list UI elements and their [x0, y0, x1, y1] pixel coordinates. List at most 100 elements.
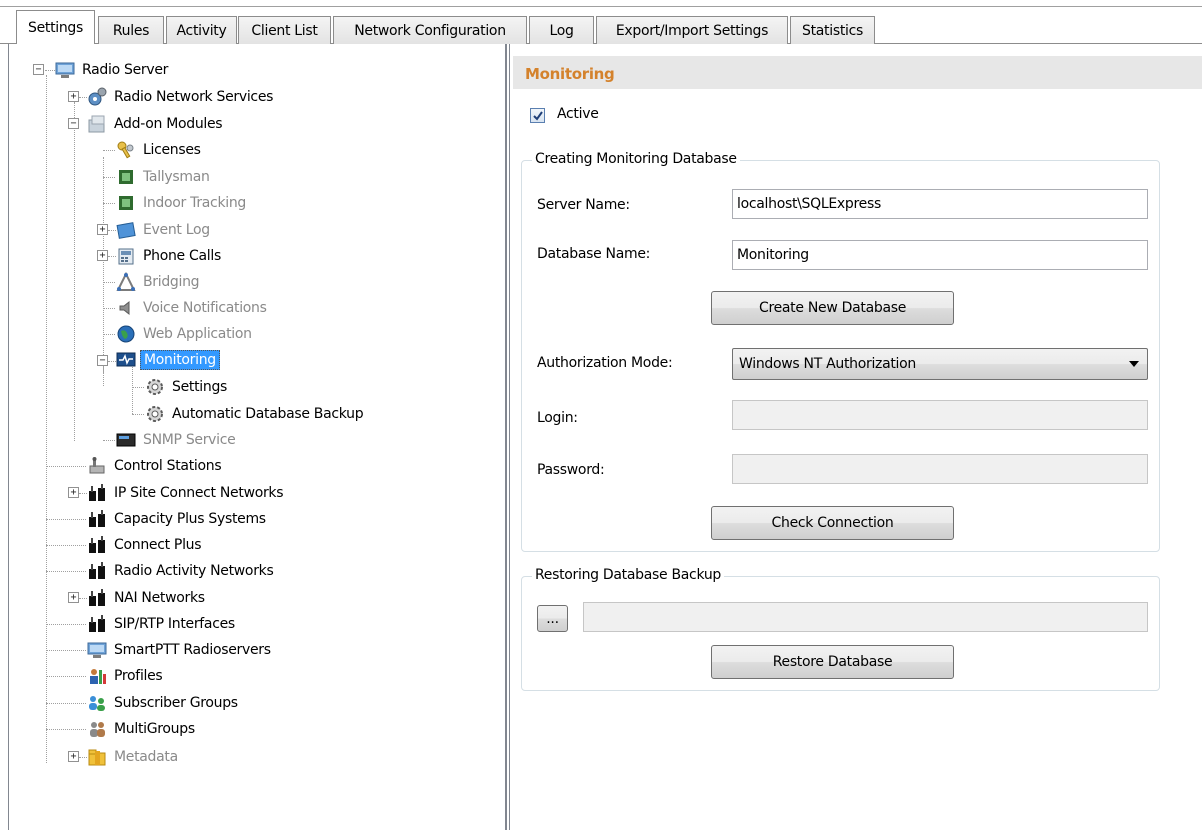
tree-item-profiles[interactable]: Profiles — [87, 664, 165, 688]
create-database-group-title: Creating Monitoring Database — [532, 151, 740, 167]
collapse-toggle[interactable]: − — [33, 64, 44, 75]
login-input[interactable] — [732, 400, 1148, 430]
tree-item-radio-activity-networks[interactable]: Radio Activity Networks — [87, 559, 276, 583]
tree-item-radio-server[interactable]: Radio Server — [55, 58, 171, 82]
expand-toggle[interactable]: + — [68, 487, 79, 498]
tree-item-phone-calls[interactable]: Phone Calls — [116, 244, 224, 268]
database-name-label: Database Name: — [537, 246, 651, 262]
tree-item-radio-network-services[interactable]: Radio Network Services — [87, 85, 276, 109]
check-connection-button[interactable]: Check Connection — [711, 506, 954, 540]
tree-item-automatic-database-backup[interactable]: Automatic Database Backup — [145, 402, 366, 426]
tree-item-tallysman[interactable]: Tallysman — [116, 165, 213, 189]
tree-connector — [46, 75, 47, 763]
tree-item-sip-rtp-interfaces[interactable]: SIP/RTP Interfaces — [87, 612, 238, 636]
tree-item-subscriber-groups[interactable]: Subscriber Groups — [87, 691, 241, 715]
tree-item-control-stations[interactable]: Control Stations — [87, 454, 224, 478]
tab-statistics[interactable]: Statistics — [790, 16, 875, 44]
tree-item-multigroups[interactable]: MultiGroups — [87, 717, 198, 741]
tree-connector — [46, 571, 86, 572]
tree-item-nai-networks[interactable]: NAI Networks — [87, 586, 208, 610]
tree-item-event-log[interactable]: Event Log — [116, 218, 213, 242]
tree-connector — [103, 150, 115, 151]
restore-backup-group-title: Restoring Database Backup — [532, 567, 724, 583]
board-icon — [119, 196, 133, 210]
tree-connector — [103, 366, 104, 386]
tree-item-label: Voice Notifications — [143, 300, 267, 316]
expand-toggle[interactable]: + — [97, 250, 108, 261]
password-input[interactable] — [732, 454, 1148, 484]
phone-icon — [118, 248, 134, 265]
tree-item-smartptt-radioservers[interactable]: SmartPTT Radioservers — [87, 638, 274, 662]
tree-item-bridging[interactable]: Bridging — [116, 270, 202, 294]
active-checkbox[interactable] — [530, 108, 545, 123]
radio-network-icon — [89, 510, 105, 527]
tab-bar-top-border — [0, 6, 1202, 7]
backup-path-input[interactable] — [583, 602, 1148, 632]
button-label: Restore Database — [772, 654, 893, 670]
control-station-icon — [89, 457, 105, 474]
collapse-toggle[interactable]: − — [68, 118, 79, 129]
board-icon — [119, 170, 133, 184]
restore-database-button[interactable]: Restore Database — [711, 645, 954, 679]
collapse-toggle[interactable]: − — [97, 355, 108, 366]
tab-network-configuration[interactable]: Network Configuration — [333, 16, 527, 44]
tab-log[interactable]: Log — [529, 16, 594, 44]
tree-item-label: Connect Plus — [114, 537, 202, 553]
tree-item-label: SIP/RTP Interfaces — [114, 616, 235, 632]
tree-item-indoor-tracking[interactable]: Indoor Tracking — [116, 191, 249, 215]
server-icon — [55, 62, 75, 78]
tab-settings[interactable]: Settings — [16, 10, 95, 44]
tree-item-capacity-plus-systems[interactable]: Capacity Plus Systems — [87, 507, 269, 531]
tree-item-label: Metadata — [114, 749, 178, 765]
tree-item-label: Event Log — [143, 222, 210, 238]
tree-connector — [79, 598, 87, 599]
tab-label: Client List — [251, 22, 318, 39]
tree-item-label: SmartPTT Radioservers — [114, 642, 271, 658]
settings-tree[interactable]: − Radio Server + Radio Network Services … — [8, 44, 507, 830]
tab-label: Rules — [112, 22, 150, 39]
tree-item-label: Capacity Plus Systems — [114, 511, 266, 527]
tab-activity[interactable]: Activity — [166, 16, 237, 44]
tree-item-label: Add-on Modules — [114, 116, 223, 132]
expand-toggle[interactable]: + — [97, 224, 108, 235]
radio-network-icon — [89, 615, 105, 632]
tree-item-web-application[interactable]: Web Application — [116, 322, 255, 346]
tree-connector — [46, 545, 86, 546]
database-name-input[interactable]: Monitoring — [732, 240, 1148, 270]
profiles-icon — [90, 669, 106, 684]
tree-item-monitoring[interactable]: Monitoring — [116, 348, 220, 372]
tree-connector — [79, 97, 87, 98]
tree-item-voice-notifications[interactable]: Voice Notifications — [116, 296, 270, 320]
tree-item-licenses[interactable]: Licenses — [116, 138, 204, 162]
tree-item-connect-plus[interactable]: Connect Plus — [87, 533, 204, 557]
folder-icon — [88, 749, 106, 766]
expand-toggle[interactable]: + — [68, 592, 79, 603]
server-name-label: Server Name: — [537, 197, 630, 213]
tab-client-list[interactable]: Client List — [238, 16, 331, 44]
tree-connector — [79, 493, 87, 494]
tree-connector — [46, 519, 86, 520]
login-label: Login: — [537, 410, 578, 426]
radio-network-icon — [89, 484, 105, 501]
tree-item-metadata[interactable]: Metadata — [87, 745, 181, 769]
keys-icon — [117, 141, 134, 159]
server-name-input[interactable]: localhost\SQLExpress — [732, 189, 1148, 219]
expand-toggle[interactable]: + — [68, 751, 79, 762]
gear-icon — [147, 379, 163, 395]
tab-export-import-settings[interactable]: Export/Import Settings — [596, 16, 788, 44]
tree-connector — [74, 130, 75, 441]
tree-connector — [103, 177, 115, 178]
tree-item-label: SNMP Service — [143, 432, 236, 448]
create-new-database-button[interactable]: Create New Database — [711, 291, 954, 325]
users-icon — [89, 696, 105, 711]
tree-connector — [132, 414, 144, 415]
expand-toggle[interactable]: + — [68, 91, 79, 102]
browse-button[interactable]: ... — [537, 605, 568, 632]
tree-connector — [108, 256, 116, 257]
tab-rules[interactable]: Rules — [98, 16, 164, 44]
tree-item-monitoring-settings[interactable]: Settings — [145, 375, 230, 399]
tree-item-snmp-service[interactable]: SNMP Service — [116, 428, 238, 452]
tree-item-add-on-modules[interactable]: Add-on Modules — [87, 112, 225, 136]
tree-item-ip-site-connect-networks[interactable]: IP Site Connect Networks — [87, 481, 286, 505]
authorization-mode-select[interactable]: Windows NT Authorization — [732, 348, 1148, 380]
